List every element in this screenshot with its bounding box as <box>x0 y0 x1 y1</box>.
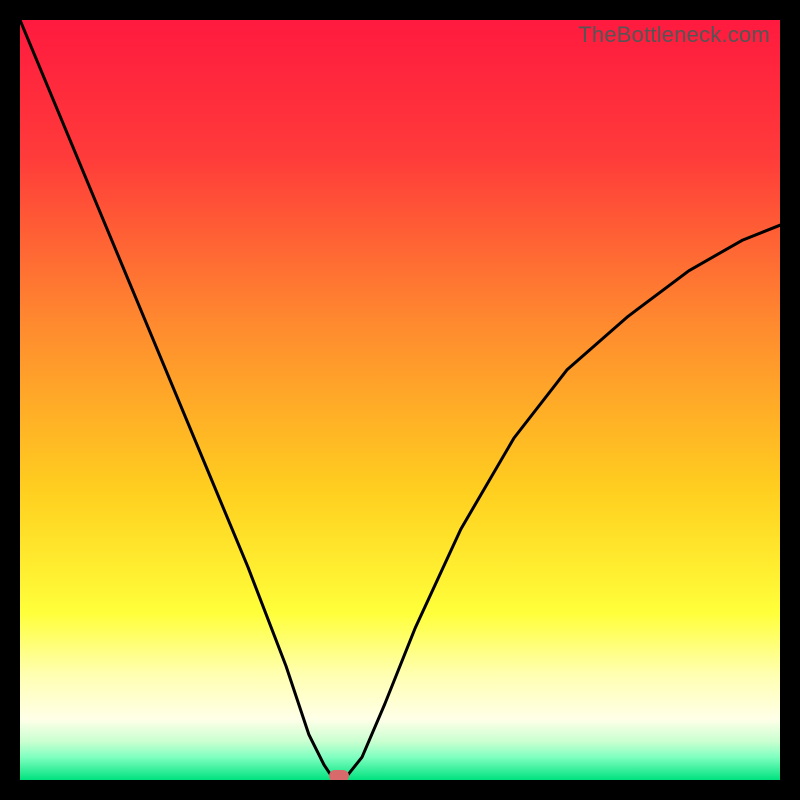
plot-area: TheBottleneck.com <box>20 20 780 780</box>
watermark-text: TheBottleneck.com <box>578 22 770 48</box>
curve-path <box>20 20 780 780</box>
bottleneck-curve <box>20 20 780 780</box>
minimum-marker <box>329 770 349 780</box>
chart-frame: TheBottleneck.com <box>0 0 800 800</box>
